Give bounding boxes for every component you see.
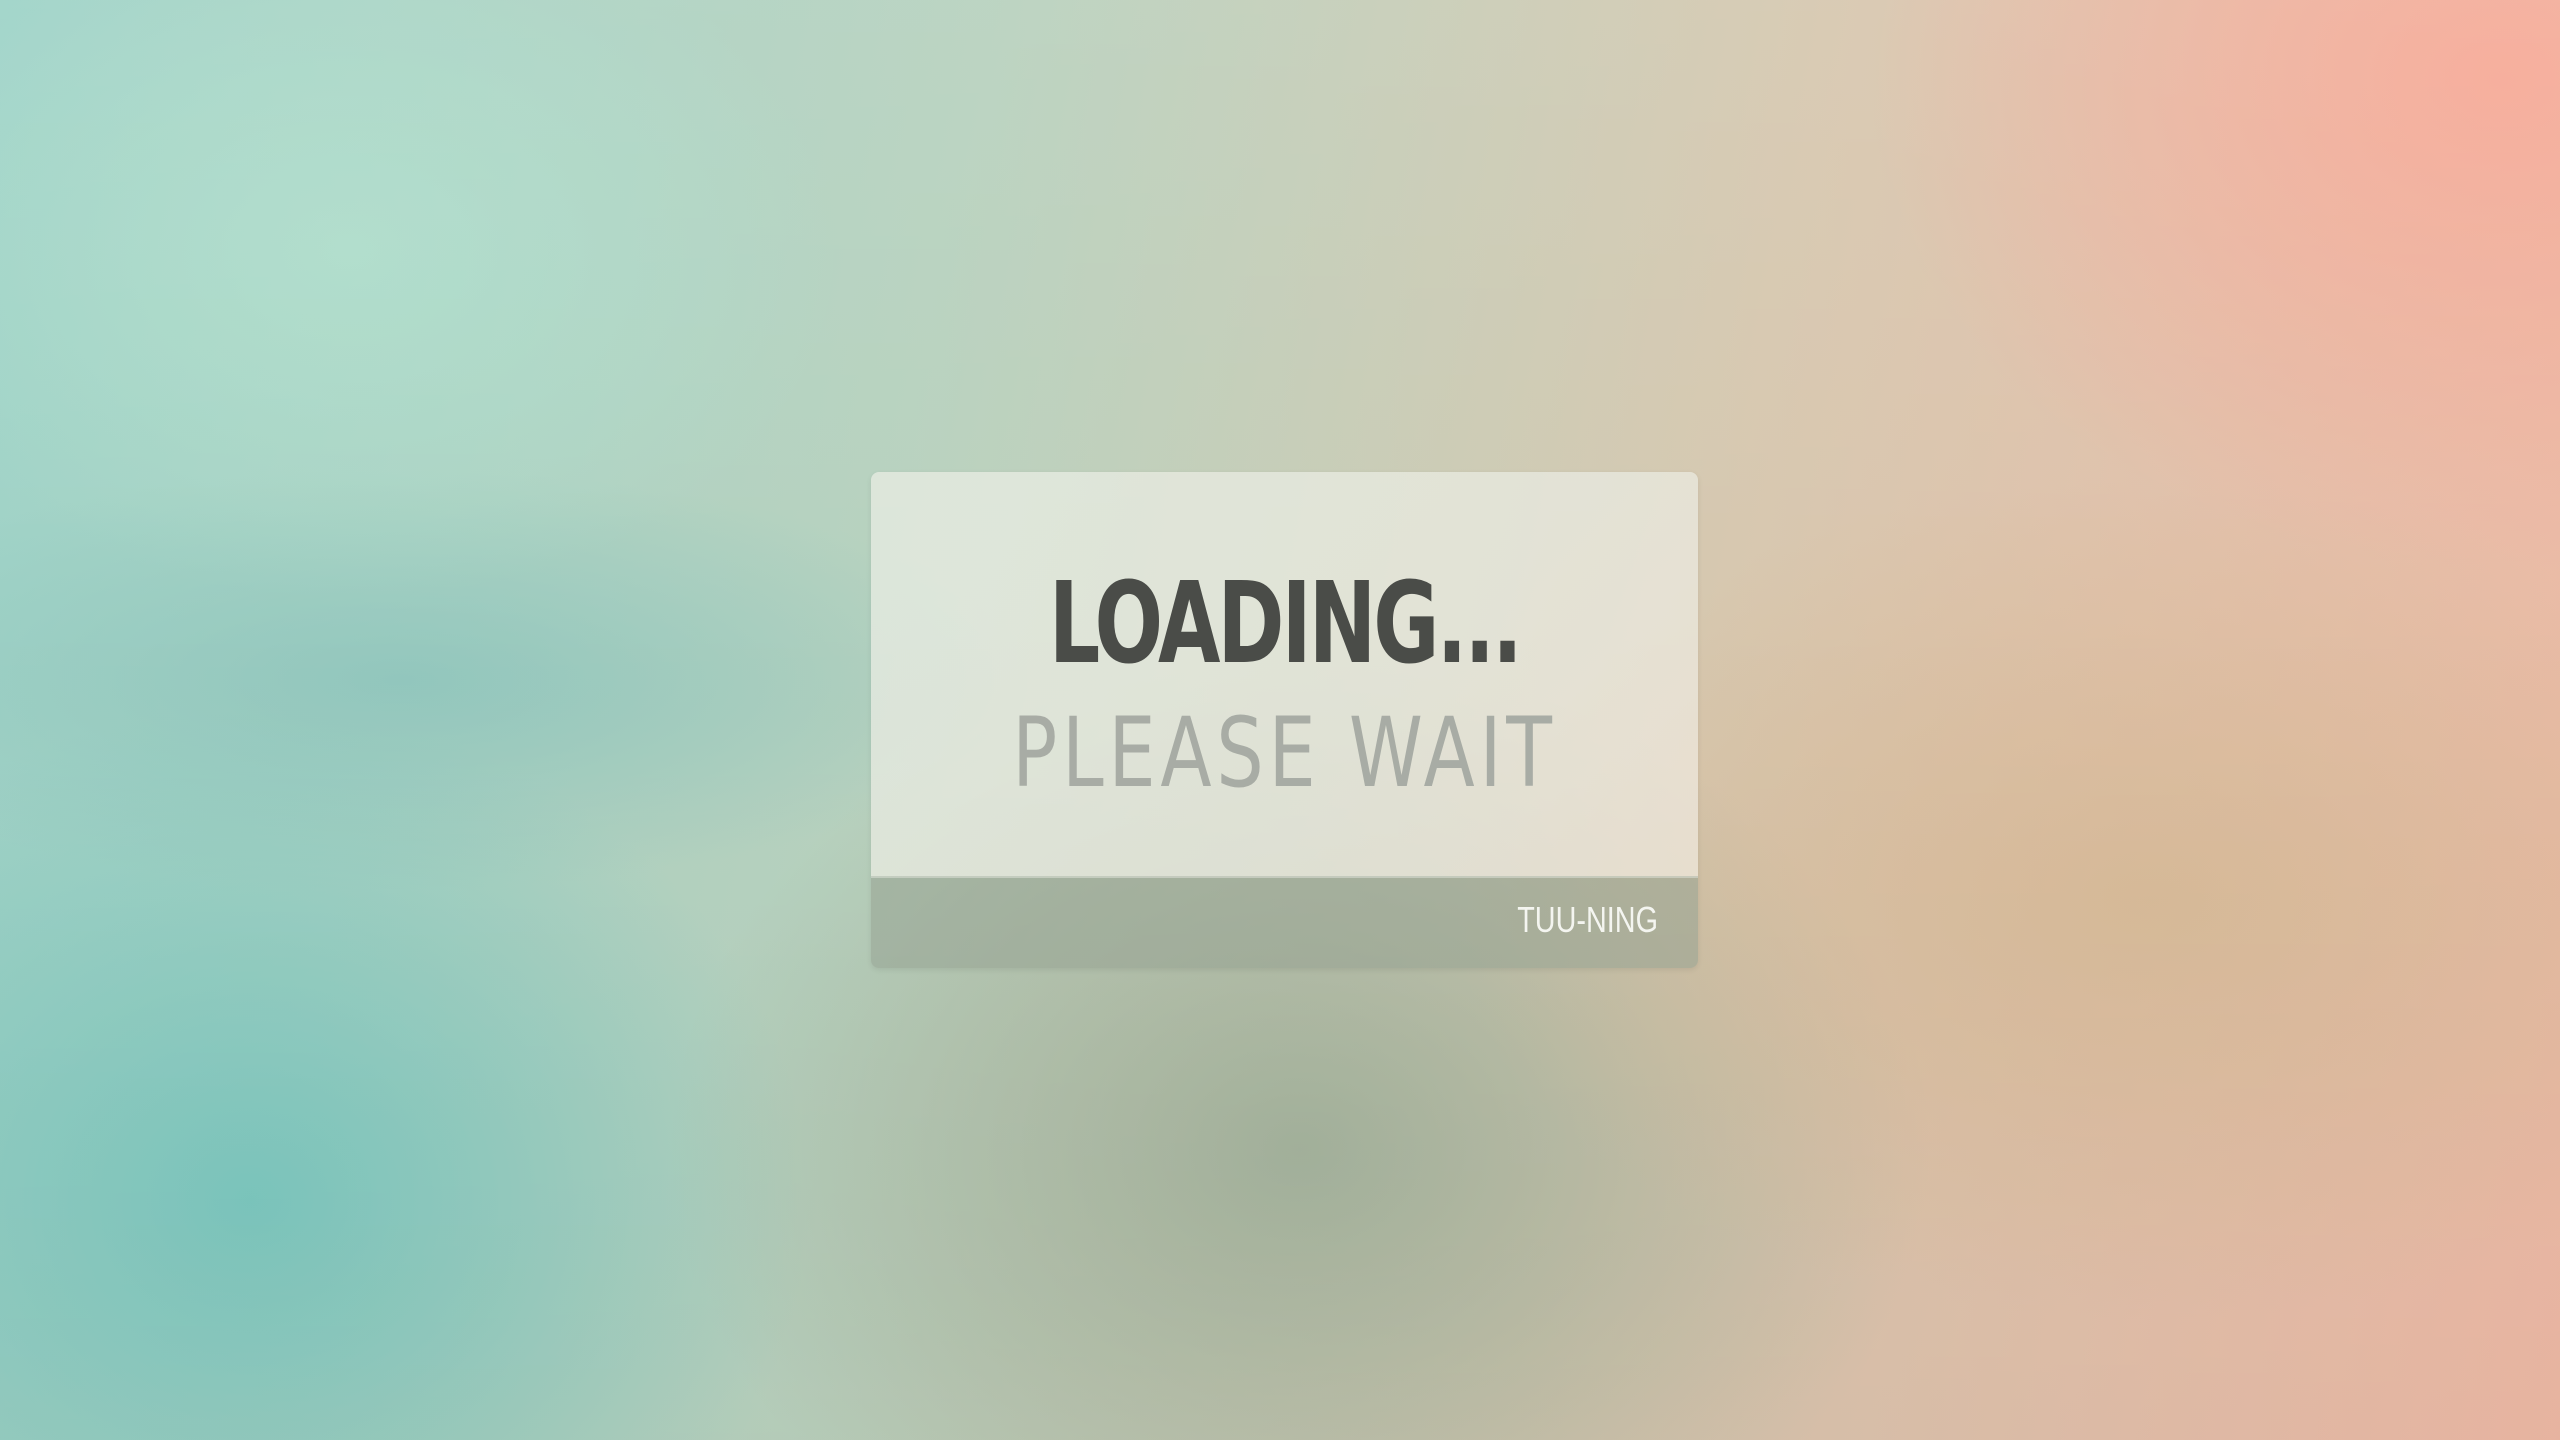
- loading-dialog-body: LOADING... PLEASE WAIT: [871, 472, 1698, 878]
- loading-title: LOADING...: [1048, 559, 1523, 689]
- brand-label: TUU-NING: [1517, 899, 1658, 940]
- loading-dialog-footer: TUU-NING: [871, 878, 1698, 968]
- please-wait-subtitle: PLEASE WAIT: [1012, 697, 1557, 809]
- loading-dialog: LOADING... PLEASE WAIT TUU-NING: [871, 472, 1698, 968]
